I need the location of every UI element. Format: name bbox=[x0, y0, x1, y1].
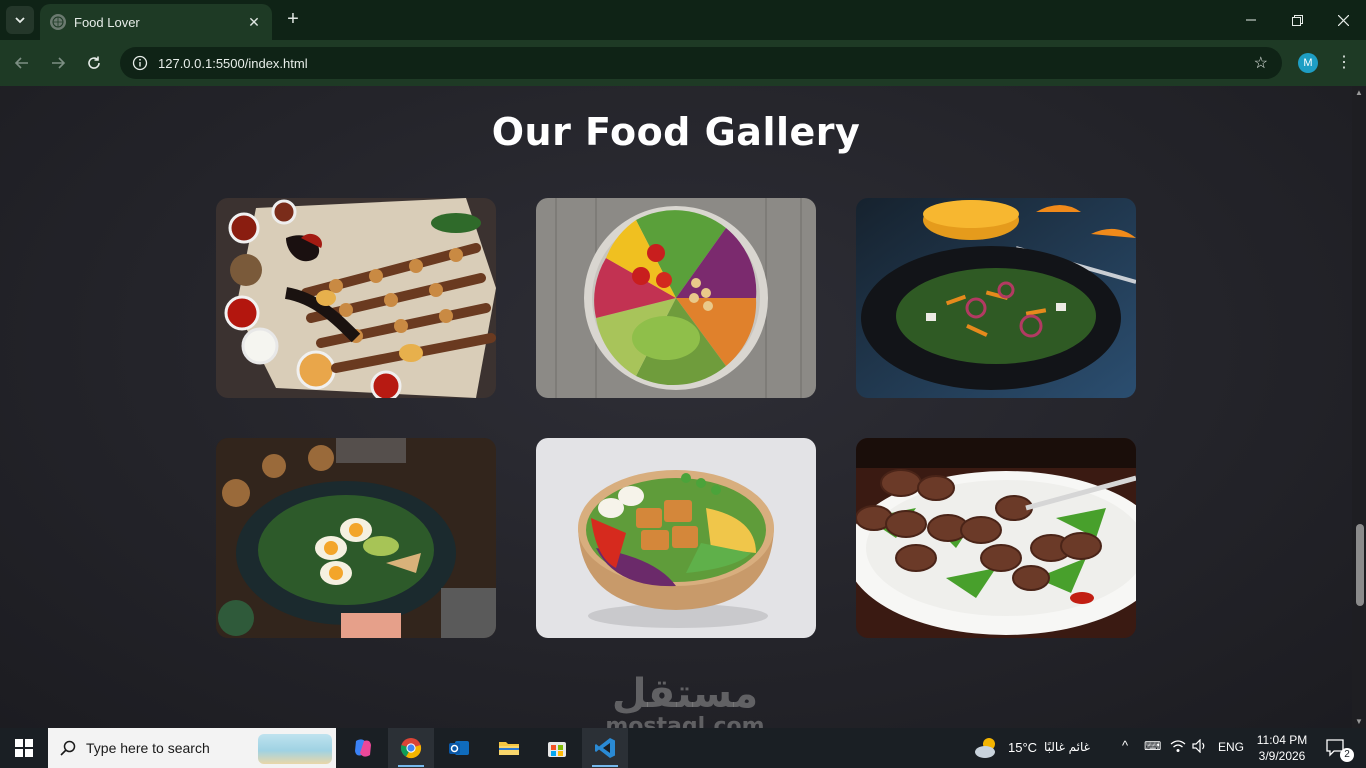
taskbar-file-explorer[interactable] bbox=[486, 728, 532, 768]
tab-title: Food Lover bbox=[74, 14, 140, 30]
url-text: 127.0.0.1:5500/index.html bbox=[158, 55, 308, 71]
gallery-image-salad-bowl[interactable] bbox=[536, 198, 816, 398]
weather-description[interactable]: غائم غالبًا bbox=[1044, 740, 1090, 754]
clock-time: 11:04 PM bbox=[1256, 733, 1308, 747]
browser-toolbar: 127.0.0.1:5500/index.html ☆ M ⋮ bbox=[0, 40, 1366, 86]
weather-temperature[interactable]: 15°C bbox=[1008, 740, 1037, 755]
browser-tab-bar: Food Lover ✕ + bbox=[0, 0, 1366, 40]
forward-button[interactable] bbox=[46, 51, 70, 75]
notification-center-button[interactable]: 2 bbox=[1316, 728, 1356, 768]
watermark-latin-text: mostaql.com bbox=[605, 714, 765, 729]
scroll-down-arrow-icon[interactable]: ▼ bbox=[1355, 717, 1363, 726]
meatballs-plate-image bbox=[856, 438, 1136, 638]
kebab-platter-image bbox=[216, 198, 496, 398]
close-icon bbox=[1337, 14, 1349, 26]
scrollbar-thumb[interactable] bbox=[1356, 524, 1364, 606]
search-highlight-illustration bbox=[258, 734, 332, 764]
close-window-button[interactable] bbox=[1320, 0, 1366, 40]
back-button[interactable] bbox=[10, 51, 34, 75]
chicken-salad-bowl-image bbox=[536, 438, 816, 638]
taskbar-outlook[interactable] bbox=[436, 728, 482, 768]
folder-icon bbox=[499, 742, 519, 755]
globe-icon bbox=[50, 14, 66, 30]
salad-bowl-image bbox=[536, 198, 816, 398]
watermark-arabic-text: مستقل bbox=[611, 671, 759, 717]
mostaql-watermark: مستقل mostaql.com bbox=[600, 674, 770, 728]
restore-icon bbox=[1291, 14, 1303, 26]
windows-taskbar: Type here to search 15°C غائم غالبًا ^ ⌨… bbox=[0, 728, 1366, 768]
egg-avocado-salad-image bbox=[216, 438, 496, 638]
restore-button[interactable] bbox=[1274, 0, 1320, 40]
vscode-icon bbox=[595, 738, 615, 758]
store-icon bbox=[548, 742, 566, 757]
page-viewport: Our Food Gallery مستقل mostaql.com bbox=[0, 86, 1352, 728]
gallery-image-chicken-salad-bowl[interactable] bbox=[536, 438, 816, 638]
close-tab-icon[interactable]: ✕ bbox=[246, 14, 262, 31]
partly-cloudy-icon bbox=[975, 738, 995, 758]
reload-icon bbox=[88, 56, 100, 69]
gallery-image-dark-plate-salad[interactable] bbox=[856, 198, 1136, 398]
wifi-icon[interactable] bbox=[1170, 739, 1186, 756]
page-title: Our Food Gallery bbox=[491, 110, 861, 154]
site-info-icon[interactable] bbox=[132, 55, 148, 71]
search-icon bbox=[60, 740, 76, 756]
gallery-image-kebab-platter[interactable] bbox=[216, 198, 496, 398]
taskbar-copilot[interactable] bbox=[340, 728, 386, 768]
page-scrollbar[interactable]: ▲ ▼ bbox=[1352, 86, 1366, 728]
taskbar-vscode[interactable] bbox=[582, 728, 628, 768]
profile-avatar[interactable]: M bbox=[1298, 53, 1318, 73]
bookmark-star-icon[interactable]: ☆ bbox=[1254, 53, 1268, 73]
dark-plate-salad-image bbox=[856, 198, 1136, 398]
outlook-icon bbox=[449, 741, 469, 755]
minimize-icon bbox=[1246, 19, 1256, 21]
clock-date: 3/9/2026 bbox=[1258, 749, 1306, 763]
chrome-icon bbox=[400, 738, 422, 759]
volume-icon[interactable] bbox=[1192, 738, 1208, 756]
browser-tab-active[interactable]: Food Lover ✕ bbox=[40, 4, 272, 40]
address-bar[interactable]: 127.0.0.1:5500/index.html ☆ bbox=[120, 47, 1282, 79]
arrow-left-icon bbox=[14, 57, 28, 69]
arrow-right-icon bbox=[52, 57, 66, 69]
start-button[interactable] bbox=[0, 728, 48, 768]
browser-menu-icon[interactable]: ⋮ bbox=[1336, 52, 1352, 72]
new-tab-button[interactable]: + bbox=[282, 8, 304, 30]
show-hidden-icons-chevron-icon[interactable]: ^ bbox=[1122, 738, 1128, 753]
taskbar-search-box[interactable]: Type here to search bbox=[48, 728, 336, 768]
notification-count-badge: 2 bbox=[1340, 748, 1354, 762]
weather-widget[interactable] bbox=[966, 728, 1006, 768]
chevron-down-icon bbox=[15, 17, 25, 24]
search-placeholder: Type here to search bbox=[86, 740, 210, 756]
taskbar-microsoft-store[interactable] bbox=[534, 728, 580, 768]
input-indicator-icon[interactable]: ⌨ bbox=[1144, 739, 1161, 753]
gallery-image-meatballs-plate[interactable] bbox=[856, 438, 1136, 638]
gallery-image-egg-avocado-salad[interactable] bbox=[216, 438, 496, 638]
language-indicator[interactable]: ENG bbox=[1218, 740, 1244, 754]
windows-logo-icon bbox=[15, 739, 33, 757]
tab-search-button[interactable] bbox=[6, 6, 34, 34]
minimize-button[interactable] bbox=[1228, 0, 1274, 40]
system-clock[interactable]: 11:04 PM 3/9/2026 bbox=[1256, 732, 1308, 764]
reload-button[interactable] bbox=[82, 51, 106, 75]
taskbar-chrome[interactable] bbox=[388, 728, 434, 768]
scroll-up-arrow-icon[interactable]: ▲ bbox=[1355, 88, 1363, 97]
copilot-icon bbox=[355, 739, 371, 757]
